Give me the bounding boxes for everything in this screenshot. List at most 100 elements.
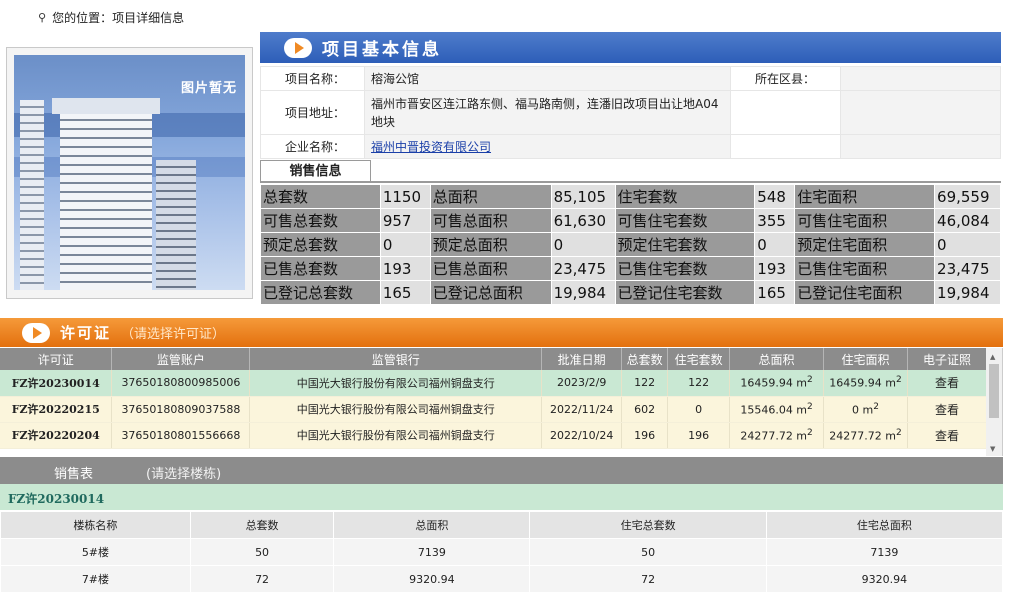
permit-id[interactable]: FZ许20230014 — [0, 370, 113, 397]
permit-date: 2023/2/9 — [541, 370, 623, 397]
sales-label: 已登记住宅套数 — [614, 280, 756, 305]
building-row[interactable]: 5#楼 50 7139 50 7139 — [0, 538, 1004, 566]
permit-col-header: 电子证照 — [907, 348, 987, 370]
permit-col-header: 住宅套数 — [667, 348, 731, 370]
sales-label: 总套数 — [260, 184, 381, 209]
permit-bank: 中国光大银行股份有限公司福州铜盘支行 — [249, 396, 543, 423]
permit-res-units-text: 122 — [688, 376, 710, 390]
permit-res-area-text: 16459.94 m — [829, 377, 896, 391]
area-unit-superscript: 2 — [873, 401, 879, 412]
permit-table: 许可证 监管账户 监管银行 批准日期 总套数 住宅套数 总面积 住宅面积 电子证照 FZ许202… — [0, 348, 987, 449]
area-unit-superscript: 2 — [807, 375, 813, 386]
permit-link-text[interactable]: 查看 — [935, 403, 959, 417]
permit-total-area-text: 15546.04 m — [740, 403, 808, 417]
building-col-header: 住宅总套数 — [529, 511, 767, 539]
sales-value: 0 — [379, 232, 431, 257]
selected-permit: FZ许20230014 — [0, 484, 1003, 510]
sales-value: 0 — [550, 232, 616, 257]
permit-total-units-text: 196 — [634, 428, 656, 442]
sales-label: 可售住宅面积 — [794, 208, 936, 233]
permit-row[interactable]: FZ许20230014 37650180800985006 中国光大银行股份有限公司… — [0, 370, 987, 397]
building-value: 7139 — [333, 538, 531, 566]
permit-date-text: 2022/11/24 — [549, 402, 614, 416]
building-col-header: 总面积 — [333, 511, 531, 539]
permit-id[interactable]: FZ许20220215 — [0, 396, 113, 423]
area-unit-superscript: 2 — [896, 427, 902, 438]
sales-label: 已售总面积 — [429, 256, 552, 281]
sales-row: 总套数 1150 总面积 85,105 住宅套数 548 住宅面积 69,559 — [260, 184, 1001, 209]
permit-res-units: 122 — [667, 370, 731, 397]
scroll-down-icon[interactable]: ▼ — [990, 445, 995, 453]
permit-total-area-text: 16459.94 m — [740, 377, 808, 391]
sales-label: 已售总套数 — [260, 256, 381, 281]
permit-scrollbar[interactable]: ▲ ▼ — [986, 348, 1002, 456]
sales-label: 预定总面积 — [429, 232, 552, 257]
permit-link[interactable]: 查看 — [907, 396, 987, 423]
permit-bank-text: 中国光大银行股份有限公司福州铜盘支行 — [296, 403, 495, 416]
sales-label: 已售住宅套数 — [614, 256, 756, 281]
permit-col-header: 批准日期 — [541, 348, 623, 370]
photo-placeholder-text: 图片暂无 — [180, 81, 237, 96]
permit-res-area: 0 m2 — [823, 396, 908, 423]
permit-total-units: 122 — [621, 370, 669, 397]
sales-label: 住宅套数 — [614, 184, 756, 209]
permit-total-units-text: 602 — [634, 402, 656, 416]
permit-title: 许可证 — [60, 324, 112, 342]
sales-label: 可售住宅套数 — [614, 208, 756, 233]
sales-value: 0 — [934, 232, 1001, 257]
permit-account-text: 37650180809037588 — [121, 402, 241, 416]
permit-bank: 中国光大银行股份有限公司福州铜盘支行 — [249, 422, 543, 449]
sales-value: 46,084 — [934, 208, 1001, 233]
permit-date: 2022/11/24 — [541, 396, 623, 423]
district-label: 所在区县： — [730, 66, 841, 91]
building-col-header: 住宅总面积 — [765, 511, 1004, 539]
sales-value: 355 — [754, 208, 796, 233]
sales-value: 193 — [379, 256, 431, 281]
sales-label: 已登记总面积 — [429, 280, 552, 305]
permit-link-text[interactable]: 查看 — [935, 429, 959, 443]
sales-table-hint: (请选择楼栋) — [146, 467, 222, 482]
permit-res-units: 0 — [667, 396, 731, 423]
building-name: 5#楼 — [0, 538, 191, 566]
sales-value: 23,475 — [550, 256, 616, 281]
building-row[interactable]: 7#楼 72 9320.94 72 9320.94 — [0, 565, 1004, 593]
sales-value: 69,559 — [934, 184, 1001, 209]
sales-label: 预定总套数 — [260, 232, 381, 257]
building-table: 楼栋名称 总套数 总面积 住宅总套数 住宅总面积 5#楼 50 7139 50 7139 7#楼 7… — [0, 511, 1004, 593]
address-label: 项目地址： — [260, 90, 365, 135]
tab-sales-info[interactable]: 销售信息 — [260, 160, 371, 182]
sales-table-header: 销售表 (请选择楼栋) — [0, 457, 1003, 484]
permit-id-text: FZ许20220215 — [11, 403, 100, 416]
permit-link[interactable]: 查看 — [907, 422, 987, 449]
permit-total-units-text: 122 — [634, 376, 656, 390]
building-value: 72 — [189, 565, 335, 593]
permit-account: 37650180809037588 — [111, 396, 251, 423]
sales-label: 已登记住宅面积 — [794, 280, 936, 305]
permit-col-header: 住宅面积 — [823, 348, 908, 370]
permit-total-units: 196 — [621, 422, 669, 449]
permit-bank: 中国光大银行股份有限公司福州铜盘支行 — [249, 370, 543, 397]
sales-value: 165 — [754, 280, 796, 305]
permit-header: 许可证 （请选择许可证） — [0, 318, 1003, 347]
basic-info-title: 项目基本信息 — [322, 40, 442, 60]
permit-col-header: 监管银行 — [249, 348, 543, 370]
scroll-up-icon[interactable]: ▲ — [990, 353, 995, 361]
permit-res-area: 24277.72 m2 — [823, 422, 908, 449]
permit-row[interactable]: FZ许20220215 37650180809037588 中国光大银行股份有限公司… — [0, 396, 987, 423]
scroll-thumb[interactable] — [989, 364, 999, 418]
permit-account-text: 37650180801556668 — [121, 428, 241, 442]
permit-res-units-text: 196 — [688, 428, 710, 442]
sales-value: 23,475 — [934, 256, 1001, 281]
permit-link-text[interactable]: 查看 — [935, 376, 959, 390]
area-unit-superscript: 2 — [807, 401, 813, 412]
breadcrumb: ⚲ 您的位置：项目详细信息 — [38, 9, 184, 26]
sales-label: 已登记总套数 — [260, 280, 381, 305]
permit-link[interactable]: 查看 — [907, 370, 987, 397]
sales-label: 住宅面积 — [794, 184, 936, 209]
permit-id[interactable]: FZ许20220204 — [0, 422, 113, 449]
company-link[interactable]: 福州中晋投资有限公司 — [371, 140, 491, 154]
permit-row[interactable]: FZ许20220204 37650180801556668 中国光大银行股份有限公司… — [0, 422, 987, 449]
sales-value: 957 — [379, 208, 431, 233]
permit-list: 许可证 监管账户 监管银行 批准日期 总套数 住宅套数 总面积 住宅面积 电子证照 FZ许202… — [0, 348, 1003, 456]
sales-label: 可售总套数 — [260, 208, 381, 233]
